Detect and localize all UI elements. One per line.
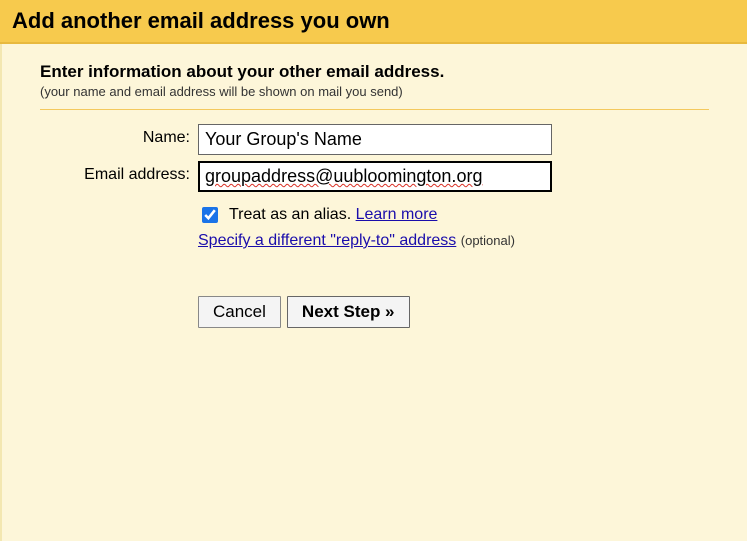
divider xyxy=(40,109,709,110)
reply-to-link[interactable]: Specify a different "reply-to" address xyxy=(198,232,456,249)
intro-title: Enter information about your other email… xyxy=(40,62,709,82)
name-row: Name: xyxy=(40,124,709,155)
email-input[interactable]: groupaddress@uubloomington.org xyxy=(198,161,552,192)
dialog-header: Add another email address you own xyxy=(0,0,747,44)
learn-more-link[interactable]: Learn more xyxy=(356,206,438,223)
alias-text: Treat as an alias. xyxy=(229,206,351,223)
optional-label: (optional) xyxy=(461,233,515,248)
next-step-button[interactable]: Next Step » xyxy=(287,296,410,328)
dialog-content: Enter information about your other email… xyxy=(0,44,747,541)
email-row: Email address: groupaddress@uubloomingto… xyxy=(40,161,709,192)
dialog-title: Add another email address you own xyxy=(12,8,735,34)
email-label: Email address: xyxy=(40,161,198,184)
alias-checkbox[interactable] xyxy=(202,207,218,223)
name-input[interactable] xyxy=(198,124,552,155)
cancel-button[interactable]: Cancel xyxy=(198,296,281,328)
button-row: Cancel Next Step » xyxy=(198,296,709,328)
alias-row-wrapper: Treat as an alias. Learn more Specify a … xyxy=(40,198,709,328)
intro-subtitle: (your name and email address will be sho… xyxy=(40,84,709,99)
name-label: Name: xyxy=(40,124,198,147)
